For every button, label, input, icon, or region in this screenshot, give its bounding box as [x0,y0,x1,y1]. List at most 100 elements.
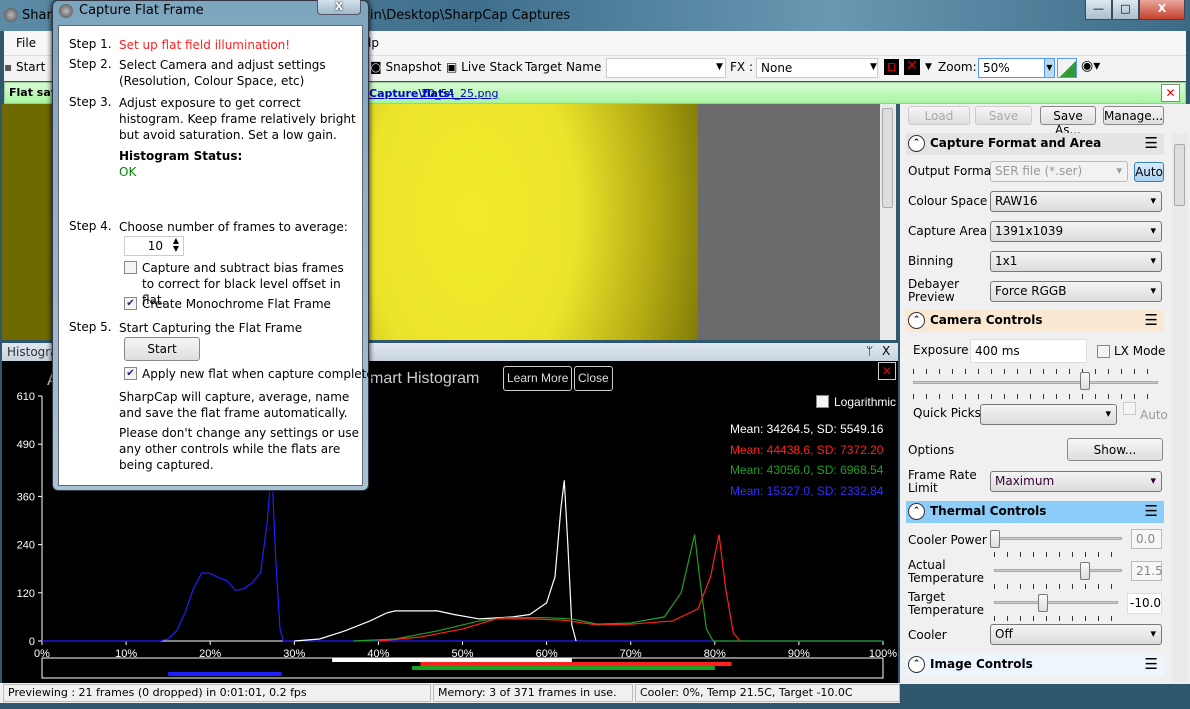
output-format-select[interactable]: SER file (*.ser) [990,161,1128,182]
start-button[interactable]: ▪ Start [4,60,45,74]
section-title: Thermal Controls [930,504,1047,518]
y-tick-label: 120 [17,588,35,600]
cooler-power-slider[interactable] [994,537,1122,540]
section-thermal-controls[interactable]: ⌃ Thermal Controls ☰ [906,501,1164,523]
reticle-icon[interactable] [884,59,899,75]
colour-space-select[interactable]: RAW16 [990,191,1162,212]
collapse-icon[interactable]: ⌃ [908,503,925,520]
exposure-slider[interactable] [913,381,1158,384]
step4-text: Choose number of frames to average: [119,220,348,234]
dialog-close-button[interactable]: X [317,0,361,15]
target-temp-slider[interactable] [994,601,1118,604]
apply-flat-checkbox[interactable]: ✔ [124,367,137,380]
dropdown-arrow-icon[interactable]: ▼ [870,62,877,72]
cooler-label: Cooler [908,628,947,642]
menu-help[interactable]: lp [368,36,379,50]
dropdown-arrow-icon[interactable]: ▼ [716,62,723,72]
collapse-icon[interactable]: ⌃ [908,312,925,329]
actual-temp-label: Actual Temperature [908,558,985,585]
cooler-select[interactable]: Off [990,624,1162,645]
frame-rate-select[interactable]: Maximum [990,471,1162,492]
zoom-select[interactable]: 50% [978,58,1046,78]
live-stack-button[interactable]: ▣ Live Stack [446,60,523,74]
manage-button[interactable]: Manage... [1103,106,1164,125]
section-camera-controls[interactable]: ⌃ Camera Controls ☰ [906,310,1164,332]
close-button[interactable]: X [1139,0,1185,20]
start-label: Start [15,60,46,74]
actual-temp-slider[interactable] [994,569,1122,572]
collapse-icon[interactable]: ⌃ [908,656,925,673]
debayer-select[interactable]: Force RGGB [990,281,1162,302]
panel-scrollbar[interactable] [1172,134,1188,682]
show-options-button[interactable]: Show... [1067,438,1163,461]
frames-value: 10 [147,239,163,253]
section-capture-format[interactable]: ⌃ Capture Format and Area ☰ [906,133,1164,155]
step1-label: Step 1. [69,37,112,51]
notice-close-button[interactable]: ✕ [1161,84,1180,102]
cooler-power-label: Cooler Power [908,533,987,547]
histogram-toggle-icon[interactable] [1057,58,1077,78]
binning-select[interactable]: 1x1 [990,251,1162,272]
actual-temp-value: 21.5 [1131,561,1163,581]
quick-picks-auto-label: Auto [1140,408,1168,422]
step2-label: Step 2. [69,57,112,71]
exposure-ticks [913,369,1158,374]
step3-label: Step 3. [69,95,112,109]
maximize-button[interactable]: □ [1112,0,1139,20]
frames-stepper[interactable]: 10 ▲ ▼ [124,236,184,256]
status-preview: Previewing : 21 frames (0 dropped) in 0:… [3,684,431,702]
lx-mode-label: LX Mode [1114,344,1166,358]
crosshair-icon[interactable]: ✕ [904,59,920,75]
dialog-icon [59,4,73,18]
dropdown-arrow-icon[interactable]: ▼ [925,62,932,72]
exposure-input[interactable]: 400 ms [970,339,1087,363]
options-label: Options [908,443,955,457]
cooler-power-thumb[interactable] [990,530,1000,548]
minimize-button[interactable]: — [1085,0,1112,20]
histogram-curve-3 [378,534,741,642]
menu-icon[interactable]: ☰ [1145,311,1158,329]
status-memory: Memory: 3 of 371 frames in use. [433,684,633,702]
dialog-body: Step 1. Set up flat field illumination! … [58,25,374,486]
start-capture-button[interactable]: Start [124,337,200,361]
info-text-2: Please don't change any settings or use … [119,426,359,472]
section-title: Image Controls [930,657,1033,671]
preview-scrollbar[interactable] [880,104,896,340]
cooler-power-value: 0.0 [1131,529,1162,549]
notice-link-file[interactable]: 20_54_25.png [421,87,498,100]
target-temp-thumb[interactable] [1038,594,1048,612]
section-image-controls[interactable]: ⌃ Image Controls ☰ [906,654,1164,676]
pin-icon[interactable]: ᛘ [866,344,873,358]
target-temp-label: Target Temperature [908,590,985,617]
menu-file[interactable]: File [16,36,36,50]
snapshot-button[interactable]: ◙ Snapshot [370,60,442,74]
capture-area-select[interactable]: 1391x1039 [990,221,1162,242]
spin-arrows-icon[interactable]: ▲ ▼ [173,237,179,253]
target-name-label: Target Name : [525,60,610,74]
menu-icon[interactable]: ☰ [1145,655,1158,673]
histogram-panel-close[interactable]: X [882,344,890,358]
target-name-input[interactable] [606,58,726,78]
quick-picks-auto-checkbox[interactable] [1123,402,1136,415]
focus-icon[interactable]: ◉▾ [1081,58,1100,74]
target-temp-input[interactable]: -10.0 [1127,593,1162,614]
collapse-icon[interactable]: ⌃ [908,135,925,152]
colour-space-label: Colour Space [908,194,988,208]
auto-button[interactable]: Auto [1134,162,1164,182]
save-button[interactable]: Save [975,106,1032,125]
save-as-button[interactable]: Save As... [1040,106,1096,137]
fx-select[interactable]: None [756,58,878,78]
menu-icon[interactable]: ☰ [1145,134,1158,152]
zoom-dropdown-button[interactable]: ▼ [1044,58,1055,78]
lx-mode-checkbox[interactable] [1097,345,1110,358]
actual-temp-thumb[interactable] [1080,562,1090,580]
monochrome-flat-checkbox[interactable]: ✔ [124,297,137,310]
y-tick-label: 240 [17,540,35,552]
exposure-slider-thumb[interactable] [1079,372,1090,390]
load-button[interactable]: Load [908,106,970,125]
quick-picks-select[interactable] [980,404,1117,425]
step5-label: Step 5. [69,320,112,334]
quick-picks-label: Quick Picks [913,406,981,420]
bias-frames-checkbox[interactable] [124,261,137,274]
menu-icon[interactable]: ☰ [1145,502,1158,520]
